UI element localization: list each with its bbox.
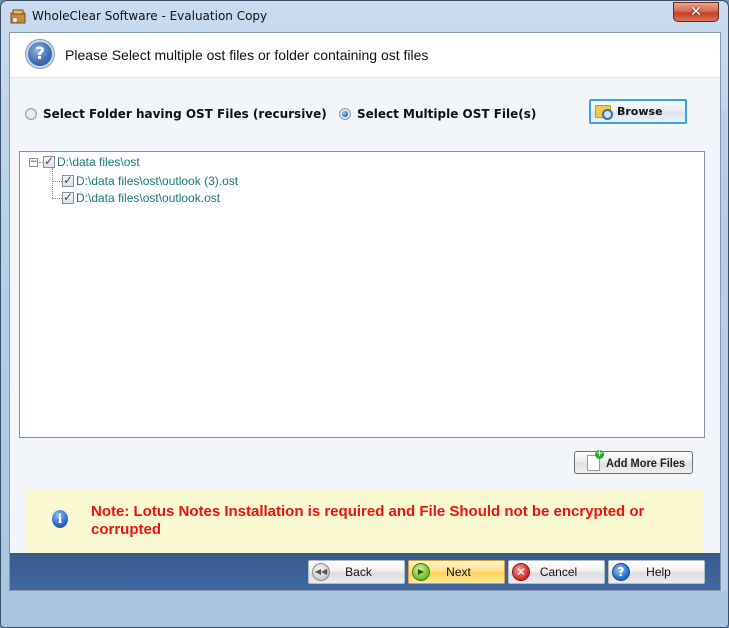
radio-select-multiple-files-label[interactable]: Select Multiple OST File(s) bbox=[357, 107, 536, 121]
info-icon: i bbox=[52, 510, 68, 528]
help-button-label: Help bbox=[646, 565, 671, 579]
collapse-icon[interactable]: − bbox=[29, 158, 38, 167]
back-button[interactable]: ◀◀ Back bbox=[308, 560, 405, 584]
question-icon: ? bbox=[26, 40, 54, 68]
instruction-text: Please Select multiple ost files or fold… bbox=[65, 47, 429, 63]
browse-button[interactable]: Browse bbox=[589, 99, 687, 124]
tree-node-root[interactable]: D:\data files\ost bbox=[43, 154, 140, 170]
next-button[interactable]: ▶ Next bbox=[408, 560, 505, 584]
folder-search-icon bbox=[595, 105, 613, 120]
tree-connector bbox=[52, 168, 53, 198]
add-file-icon bbox=[587, 449, 604, 471]
note-text: Note: Lotus Notes Installation is requir… bbox=[91, 503, 645, 538]
radio-select-folder[interactable] bbox=[25, 108, 37, 120]
radio-select-folder-label[interactable]: Select Folder having OST Files (recursiv… bbox=[43, 107, 327, 121]
tree-node-file-label[interactable]: D:\data files\ost\outlook.ost bbox=[76, 191, 220, 205]
title-bar[interactable]: WholeClear Software - Evaluation Copy ✕ bbox=[1, 1, 728, 33]
checkbox-file[interactable] bbox=[62, 190, 74, 204]
tree-node-file-label[interactable]: D:\data files\ost\outlook (3).ost bbox=[76, 174, 238, 188]
back-button-label: Back bbox=[345, 565, 372, 579]
window-title: WholeClear Software - Evaluation Copy bbox=[32, 9, 268, 23]
app-window: WholeClear Software - Evaluation Copy ✕ … bbox=[0, 0, 729, 628]
window-frame-edge bbox=[720, 111, 727, 591]
wizard-panel: ? Please Select multiple ost files or fo… bbox=[9, 32, 721, 591]
cancel-button[interactable]: ✕ Cancel bbox=[508, 560, 605, 584]
note-box: i Note: Lotus Notes Installation is requ… bbox=[25, 489, 703, 561]
tree-node-root-label[interactable]: D:\data files\ost bbox=[57, 155, 140, 169]
close-button[interactable]: ✕ bbox=[673, 2, 719, 22]
add-more-files-button[interactable]: Add More Files bbox=[574, 449, 693, 474]
add-more-files-label: Add More Files bbox=[606, 455, 686, 470]
close-icon: ✕ bbox=[690, 4, 702, 20]
tree-connector bbox=[52, 198, 62, 199]
wizard-header: ? Please Select multiple ost files or fo… bbox=[10, 33, 720, 78]
file-tree[interactable]: − D:\data files\ost D:\data files\ost\ou… bbox=[19, 151, 705, 438]
checkbox-file[interactable] bbox=[62, 173, 74, 187]
tree-connector bbox=[52, 181, 62, 182]
browse-button-label: Browse bbox=[617, 105, 663, 118]
next-button-label: Next bbox=[446, 565, 471, 579]
wizard-footer: ◀◀ Back ▶ Next ✕ Cancel ? Help bbox=[10, 553, 720, 590]
cancel-button-label: Cancel bbox=[539, 565, 578, 579]
checkbox-root[interactable] bbox=[43, 154, 55, 168]
help-button[interactable]: ? Help bbox=[608, 560, 705, 584]
app-logo-icon bbox=[10, 9, 26, 24]
tree-node-file[interactable]: D:\data files\ost\outlook.ost bbox=[62, 190, 220, 206]
tree-node-file[interactable]: D:\data files\ost\outlook (3).ost bbox=[62, 173, 238, 189]
radio-select-multiple-files[interactable] bbox=[339, 108, 351, 120]
